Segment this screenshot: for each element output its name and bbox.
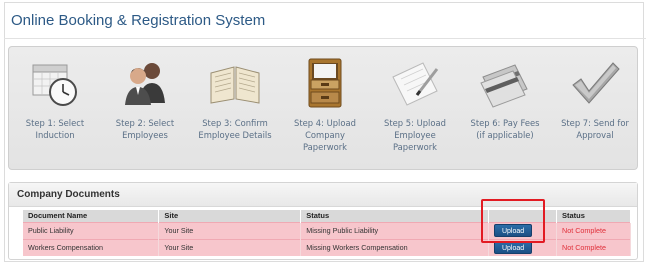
step-label: Step 6: Pay Fees (if applicable) [470,118,540,140]
column-header-completion: Status [556,210,631,222]
app-title: Online Booking & Registration System [11,12,266,29]
document-site: Your Site [158,221,302,239]
document-status: Missing Public Liability [300,221,490,239]
step-2[interactable]: Step 2: Select Employees [103,47,187,171]
upload-buttons-highlight [481,199,545,243]
document-completion: Not Complete [556,221,631,239]
steps-panel: Step 1: Select Induction Step 2: Select … [8,46,638,170]
column-header-site: Site [158,210,302,222]
step-3[interactable]: Step 3: Confirm Employee Details [193,47,277,171]
file-drawer-icon [308,58,342,108]
checkmark-icon [572,62,620,104]
document-completion: Not Complete [556,238,631,256]
calendar-clock-icon [32,64,77,106]
step-4[interactable]: Step 4: Upload Company Paperwork [283,47,367,171]
step-label: Step 7: Send for Approval [561,118,629,140]
step-label: Step 4: Upload Company Paperwork [294,118,356,152]
company-documents-title: Company Documents [17,189,120,200]
upload-button[interactable]: Upload [494,241,533,255]
step-label: Step 3: Confirm Employee Details [198,118,272,140]
document-status: Missing Workers Compensation [300,238,490,256]
step-1[interactable]: Step 1: Select Induction [13,47,97,171]
step-6[interactable]: Step 6: Pay Fees (if applicable) [463,47,547,171]
document-name: Workers Compensation [23,238,160,256]
credit-card-icon [480,64,528,108]
column-header-status: Status [300,210,490,222]
step-label: Step 5: Upload Employee Paperwork [384,118,446,152]
people-icon [125,63,165,105]
title-divider [4,38,646,39]
document-name: Public Liability [23,221,160,239]
step-7[interactable]: Step 7: Send for Approval [553,47,637,171]
column-header-document-name: Document Name [23,210,160,222]
step-label: Step 1: Select Induction [25,118,85,140]
open-book-icon [210,66,260,104]
step-5[interactable]: Step 5: Upload Employee Paperwork [373,47,457,171]
step-label: Step 2: Select Employees [115,118,175,140]
document-site: Your Site [158,238,302,256]
paper-pen-icon [392,62,439,106]
